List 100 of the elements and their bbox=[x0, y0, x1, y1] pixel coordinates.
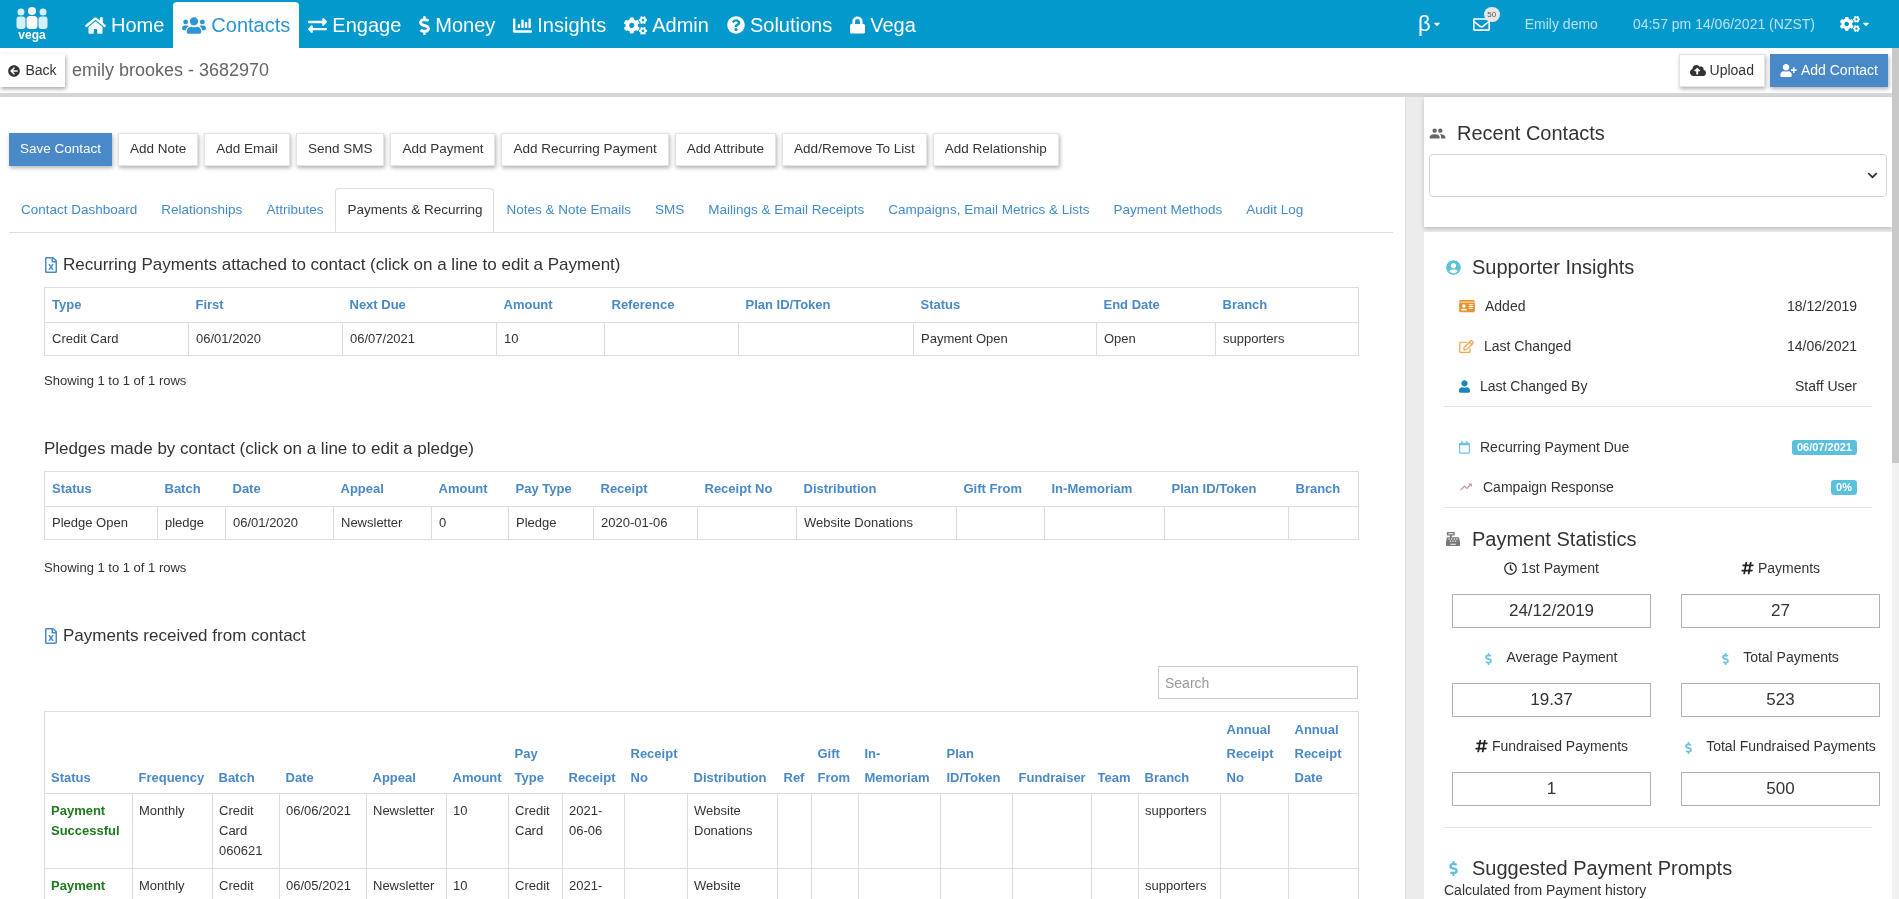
calendar-icon bbox=[1459, 440, 1470, 454]
beta-menu[interactable]: β bbox=[1418, 12, 1441, 36]
table-cell: Payment Successful bbox=[44, 793, 133, 869]
value-badge: 06/07/2021 bbox=[1791, 439, 1857, 455]
tab[interactable]: Payments & Recurring bbox=[335, 188, 495, 232]
scrollbar-thumb[interactable] bbox=[1892, 48, 1899, 463]
id-card-icon bbox=[1459, 299, 1475, 313]
action-button[interactable]: Add Note bbox=[118, 133, 199, 166]
insight-label: Added bbox=[1485, 296, 1526, 316]
column-header: Plan ID/Token bbox=[1164, 471, 1289, 507]
nav-link[interactable]: Home bbox=[76, 2, 174, 48]
table-cell: Credit bbox=[212, 868, 280, 899]
stat-label: Payments bbox=[1757, 558, 1821, 578]
column-header: Gift From bbox=[811, 711, 859, 794]
action-button[interactable]: Add Email bbox=[204, 133, 290, 166]
column-header: Status bbox=[44, 711, 133, 794]
action-button[interactable]: Add Relationship bbox=[932, 133, 1059, 166]
stat-value-field: 500 bbox=[1681, 772, 1880, 806]
nav-link[interactable]: Admin bbox=[615, 2, 718, 48]
section-title: Payments received from contact bbox=[63, 626, 306, 646]
column-header: Type bbox=[44, 287, 189, 323]
scrollbar-track[interactable] bbox=[1892, 48, 1899, 899]
people-logo-icon bbox=[15, 7, 49, 29]
table-cell: supporters bbox=[1215, 322, 1359, 356]
row-count-text: Showing 1 to 1 of 1 rows bbox=[44, 559, 188, 577]
column-header: Branch bbox=[1138, 711, 1221, 794]
action-button[interactable]: Send SMS bbox=[295, 133, 385, 166]
column-header: Receipt bbox=[562, 711, 625, 794]
clock-icon bbox=[1504, 561, 1518, 575]
dollar-icon bbox=[419, 15, 431, 35]
settings-menu[interactable] bbox=[1840, 16, 1870, 32]
gears-icon bbox=[624, 15, 648, 35]
stat-label: Average Payment bbox=[1506, 647, 1618, 667]
tab[interactable]: Relationships bbox=[149, 188, 255, 232]
column-header: Next Due bbox=[342, 287, 497, 323]
tab[interactable]: Audit Log bbox=[1234, 188, 1316, 232]
column-header: Branch bbox=[1215, 287, 1359, 323]
datetime-text: 04:57 pm 14/06/2021 (NZST) bbox=[1632, 14, 1815, 34]
nav-link[interactable]: Insights bbox=[504, 2, 616, 48]
stat-value-field: 1 bbox=[1452, 772, 1651, 806]
table-cell: supporters bbox=[1138, 793, 1221, 869]
back-button[interactable]: Back bbox=[0, 54, 65, 87]
column-header: In-Memoriam bbox=[858, 711, 941, 794]
table-cell: Website Donations bbox=[687, 793, 778, 869]
table-cell: 06/07/2021 bbox=[342, 322, 497, 356]
count-badge: 50 bbox=[1483, 6, 1500, 22]
user-plus-icon bbox=[1779, 64, 1797, 77]
table-cell: 06/01/2020 bbox=[225, 506, 334, 540]
search-field[interactable]: Search bbox=[1158, 666, 1358, 699]
spreadsheet-icon[interactable] bbox=[44, 257, 58, 273]
tab[interactable]: Contact Dashboard bbox=[9, 188, 150, 232]
help-icon bbox=[726, 16, 745, 34]
table-cell: Newsletter bbox=[333, 506, 432, 540]
table-cell: Newsletter bbox=[366, 793, 447, 869]
column-header: Pay Type bbox=[508, 471, 594, 507]
table-cell: supporters bbox=[1138, 868, 1221, 899]
mail-icon[interactable] bbox=[1471, 15, 1491, 33]
insight-label: Last Changed bbox=[1484, 336, 1572, 356]
table-cell: Credit Card bbox=[508, 793, 563, 869]
tab[interactable]: Mailings & Email Receipts bbox=[696, 188, 877, 232]
tab[interactable]: Attributes bbox=[254, 188, 336, 232]
insight-label: Recurring Payment Due bbox=[1480, 437, 1630, 457]
panel-title: Recent Contacts bbox=[1457, 121, 1605, 145]
action-button[interactable]: Save Contact bbox=[9, 133, 113, 166]
nav-link[interactable]: Engage bbox=[299, 2, 411, 48]
add-contact-button[interactable]: Add Contact bbox=[1769, 54, 1888, 87]
action-button[interactable]: Add Attribute bbox=[674, 133, 777, 166]
column-header: Date bbox=[225, 471, 334, 507]
tab[interactable]: Campaigns, Email Metrics & Lists bbox=[876, 188, 1102, 232]
table-cell: 06/01/2020 bbox=[188, 322, 343, 356]
nav-link[interactable]: Solutions bbox=[717, 2, 842, 48]
spreadsheet-icon[interactable] bbox=[44, 628, 58, 644]
action-button[interactable]: Add Recurring Payment bbox=[501, 133, 669, 166]
column-header: Appeal bbox=[366, 711, 447, 794]
contact-title: emily brookes - 3682970 bbox=[72, 59, 270, 82]
column-header: Ref bbox=[777, 711, 812, 794]
nav-link[interactable]: Vega bbox=[841, 2, 925, 48]
nav-link[interactable]: Contacts bbox=[173, 2, 300, 48]
section-title: Pledges made by contact (click on a line to edit a pledge) bbox=[44, 439, 474, 459]
users-icon bbox=[182, 15, 207, 35]
stat-label: Fundraised Payments bbox=[1491, 736, 1629, 756]
tab[interactable]: SMS bbox=[643, 188, 697, 232]
table-cell: Website Donations bbox=[796, 506, 957, 540]
column-header: Status bbox=[913, 287, 1097, 323]
action-button[interactable]: Add Payment bbox=[390, 133, 496, 166]
column-header: Amount bbox=[496, 287, 605, 323]
action-button[interactable]: Add/Remove To List bbox=[782, 133, 927, 166]
table-cell: Pledge bbox=[508, 506, 594, 540]
bar-chart-icon bbox=[513, 15, 533, 35]
table-cell: pledge bbox=[157, 506, 226, 540]
hash-icon bbox=[1740, 561, 1754, 575]
column-header: Plan ID/Token bbox=[940, 711, 1013, 794]
nav-link[interactable]: Money bbox=[410, 2, 505, 48]
upload-button[interactable]: Upload bbox=[1678, 54, 1765, 87]
cloud-upload-icon bbox=[1689, 64, 1706, 77]
tab[interactable]: Notes & Note Emails bbox=[494, 188, 643, 232]
user-name[interactable]: Emily demo bbox=[1524, 13, 1598, 35]
table-cell: 06/06/2021 bbox=[279, 793, 367, 869]
dollar-icon bbox=[1722, 653, 1730, 665]
tab[interactable]: Payment Methods bbox=[1101, 188, 1235, 232]
